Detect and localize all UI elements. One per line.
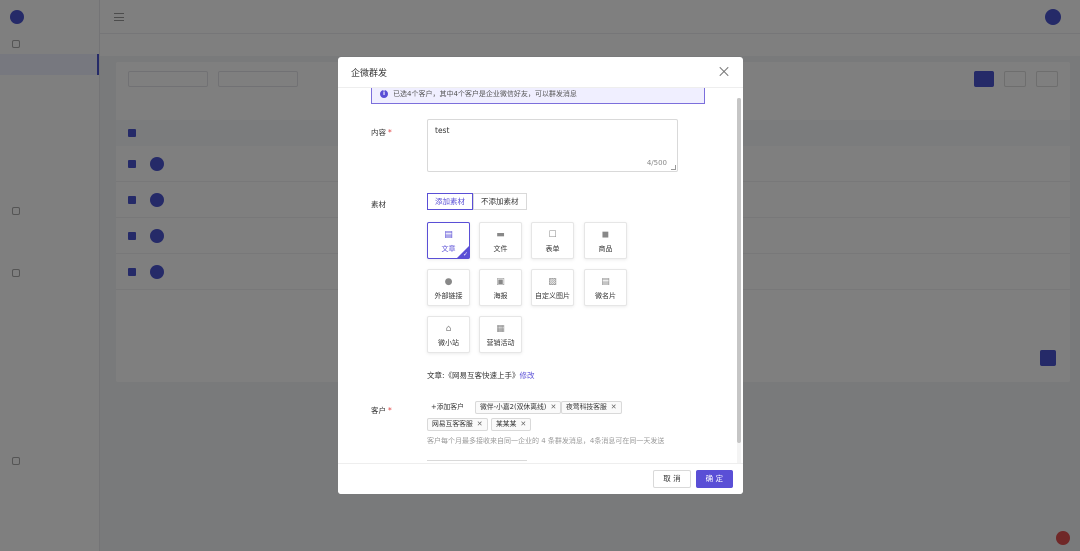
- edit-article-link[interactable]: 修改: [520, 371, 535, 380]
- dialog-scrollbar[interactable]: [737, 98, 741, 483]
- add-customer-button[interactable]: +添加客户: [427, 401, 468, 414]
- info-banner: i 已选4个客户，其中4个客户是企业微信好友，可以群发消息: [371, 88, 705, 104]
- content-textarea[interactable]: test 4/500: [427, 119, 678, 172]
- material-file[interactable]: ▬ 文件: [479, 222, 522, 259]
- customer-tag: 网易互客客服 ✕: [427, 418, 488, 431]
- remove-tag-icon[interactable]: ✕: [550, 402, 556, 413]
- remove-tag-icon[interactable]: ✕: [477, 419, 483, 430]
- dialog-title: 企微群发: [351, 68, 388, 79]
- dialog-footer: 取 消 确 定: [338, 463, 743, 494]
- form-icon: ☐: [548, 230, 557, 240]
- material-product[interactable]: ◼ 商品: [584, 222, 627, 259]
- customer-limit-hint: 客户每个月最多接收来自同一企业的 4 条群发消息，4条消息可在同一天发送: [427, 437, 665, 445]
- material-form[interactable]: ☐ 表单: [531, 222, 574, 259]
- material-micro-site[interactable]: ⌂ 微小站: [427, 316, 470, 353]
- folder-icon: ▬: [496, 230, 505, 240]
- customer-tag: 某某某 ✕: [491, 418, 532, 431]
- char-count: 4/500: [646, 159, 667, 167]
- resize-handle[interactable]: [671, 165, 676, 170]
- material-poster[interactable]: ▣ 海报: [479, 269, 522, 306]
- scrollbar-thumb[interactable]: [737, 98, 741, 443]
- home-icon: ⌂: [445, 324, 452, 334]
- article-icon: ▤: [444, 230, 453, 240]
- material-external-link[interactable]: ● 外部链接: [427, 269, 470, 306]
- gift-icon: ▦: [496, 324, 505, 334]
- material-card[interactable]: ▤ 微名片: [584, 269, 627, 306]
- info-icon: i: [380, 90, 388, 98]
- selected-article: 文章:《网易互客快速上手》修改: [427, 371, 535, 380]
- customer-tag: 夜莺科技客服 ✕: [561, 401, 622, 414]
- content-label: 内容 *: [371, 128, 392, 137]
- card-icon: ▤: [601, 277, 610, 287]
- check-icon: ✓: [462, 251, 468, 258]
- customer-label: 客户 *: [371, 406, 392, 415]
- customer-tag: 微伴-小嘉2(双休离线) ✕: [475, 401, 562, 414]
- dialog-header: 企微群发: [338, 57, 743, 88]
- dialog-body: i 已选4个客户，其中4个客户是企业微信好友，可以群发消息 内容 * test 4…: [338, 88, 743, 463]
- material-campaign[interactable]: ▦ 营销活动: [479, 316, 522, 353]
- material-article[interactable]: ▤ 文章 ✓: [427, 222, 470, 259]
- close-icon[interactable]: [717, 65, 731, 79]
- product-icon: ◼: [601, 230, 610, 240]
- cancel-button[interactable]: 取 消: [653, 470, 691, 488]
- content-value: test: [435, 126, 450, 135]
- material-custom-image[interactable]: ▨ 自定义图片: [531, 269, 574, 306]
- no-material-option[interactable]: 不添加素材: [473, 193, 527, 210]
- remove-tag-icon[interactable]: ✕: [611, 402, 617, 413]
- image-icon: ▨: [548, 277, 557, 287]
- material-label: 素材: [371, 200, 386, 209]
- poster-icon: ▣: [496, 277, 505, 287]
- material-toggle: 添加素材 不添加素材: [427, 193, 527, 210]
- remove-tag-icon[interactable]: ✕: [520, 419, 526, 430]
- confirm-button[interactable]: 确 定: [695, 470, 733, 488]
- add-material-option[interactable]: 添加素材: [427, 193, 473, 210]
- mass-send-dialog: 企微群发 i 已选4个客户，其中4个客户是企业微信好友，可以群发消息 内容 * t…: [338, 57, 743, 494]
- info-text: 已选4个客户，其中4个客户是企业微信好友，可以群发消息: [393, 90, 577, 98]
- link-icon: ●: [444, 277, 453, 287]
